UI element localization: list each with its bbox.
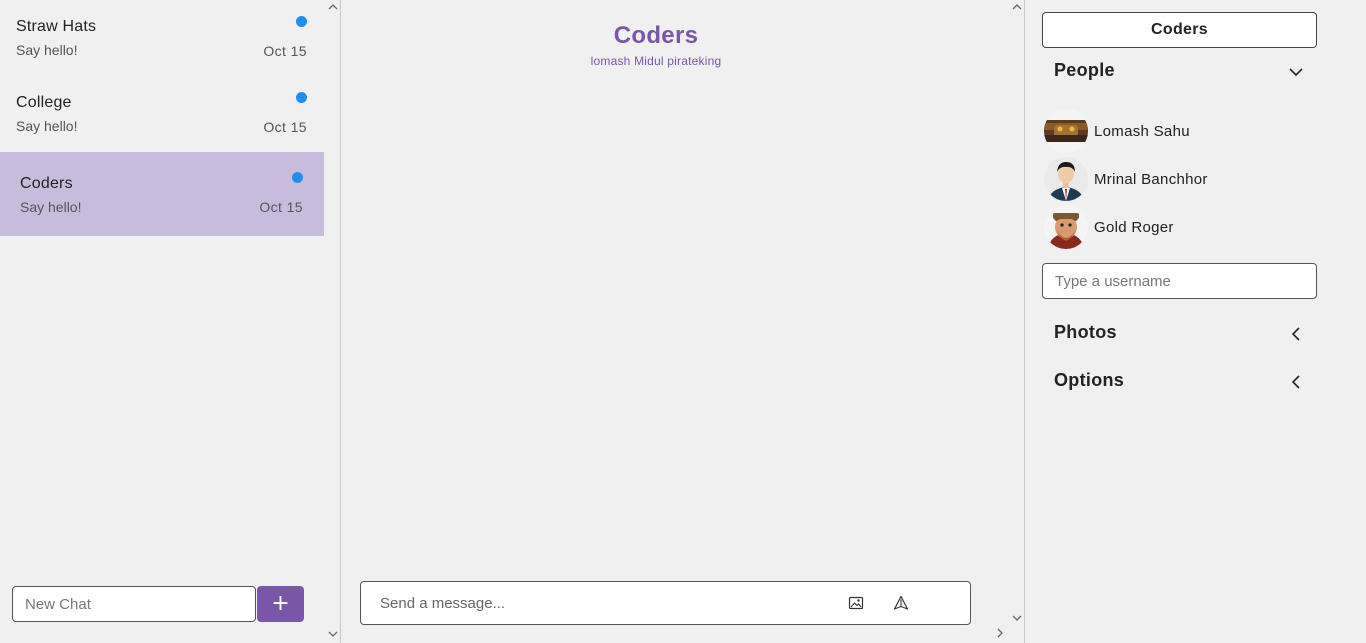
chat-item-coders[interactable]: Coders Say hello! Oct 15	[0, 152, 324, 236]
unread-dot-icon	[296, 16, 307, 27]
chat-feed: Coders lomash Midul pirateking	[342, 0, 1025, 643]
avatar	[1044, 205, 1088, 249]
new-chat-input[interactable]	[12, 586, 256, 622]
people-section-header[interactable]: People	[1054, 60, 1304, 88]
add-chat-button[interactable]: +	[257, 586, 304, 622]
scroll-up-icon[interactable]	[1012, 2, 1022, 14]
chat-list: Straw Hats Say hello! Oct 15 College Say…	[0, 0, 324, 236]
person-row[interactable]: Lomash Sahu	[1044, 109, 1324, 153]
chevron-left-icon[interactable]	[1288, 374, 1304, 390]
message-form	[360, 581, 971, 625]
chat-date: Oct 15	[263, 119, 307, 135]
person-row[interactable]: Mrinal Banchhor	[1044, 157, 1324, 201]
options-section-header[interactable]: Options	[1054, 370, 1304, 398]
person-name: Gold Roger	[1094, 219, 1174, 236]
chat-title: Straw Hats	[16, 18, 97, 35]
chat-item-college[interactable]: College Say hello! Oct 15	[0, 76, 324, 152]
avatar	[1044, 157, 1088, 201]
online-status-icon	[1046, 205, 1051, 210]
chat-item-straw-hats[interactable]: Straw Hats Say hello! Oct 15	[0, 0, 324, 76]
chevron-down-icon[interactable]	[1288, 64, 1304, 80]
chat-date: Oct 15	[259, 199, 303, 215]
options-label: Options	[1054, 370, 1125, 390]
unread-dot-icon	[292, 172, 303, 183]
username-input[interactable]	[1042, 263, 1317, 299]
photos-section-header[interactable]: Photos	[1054, 322, 1304, 350]
unread-dot-icon	[296, 92, 307, 103]
image-icon[interactable]	[848, 595, 864, 611]
chat-header: Coders lomash Midul pirateking	[342, 22, 970, 68]
offline-status-icon	[1046, 157, 1051, 162]
chat-list-panel: Straw Hats Say hello! Oct 15 College Say…	[0, 0, 341, 643]
avatar	[1044, 109, 1088, 153]
chevron-left-icon[interactable]	[1288, 326, 1304, 342]
chat-title: Coders	[20, 175, 73, 192]
chat-title: College	[16, 94, 72, 111]
people-label: People	[1054, 60, 1115, 80]
message-input[interactable]	[362, 583, 822, 623]
person-row[interactable]: Gold Roger	[1044, 205, 1324, 249]
scroll-down-icon[interactable]	[328, 629, 338, 641]
person-name: Mrinal Banchhor	[1094, 171, 1208, 188]
offline-status-icon	[1046, 109, 1051, 114]
scroll-up-icon[interactable]	[328, 2, 338, 14]
chat-settings-panel: Coders People Lomash Sahu Mrinal Banchho…	[1026, 0, 1366, 643]
photos-label: Photos	[1054, 322, 1117, 342]
send-icon[interactable]	[893, 595, 909, 611]
chat-members: lomash Midul pirateking	[590, 54, 722, 68]
chat-feed-title: Coders	[613, 22, 699, 49]
chat-app: Straw Hats Say hello! Oct 15 College Say…	[0, 0, 1366, 643]
scroll-down-icon[interactable]	[1012, 613, 1022, 625]
person-name: Lomash Sahu	[1094, 123, 1190, 140]
scroll-right-icon[interactable]	[996, 628, 1004, 641]
chat-name-button[interactable]: Coders	[1042, 12, 1317, 48]
chat-date: Oct 15	[263, 43, 307, 59]
